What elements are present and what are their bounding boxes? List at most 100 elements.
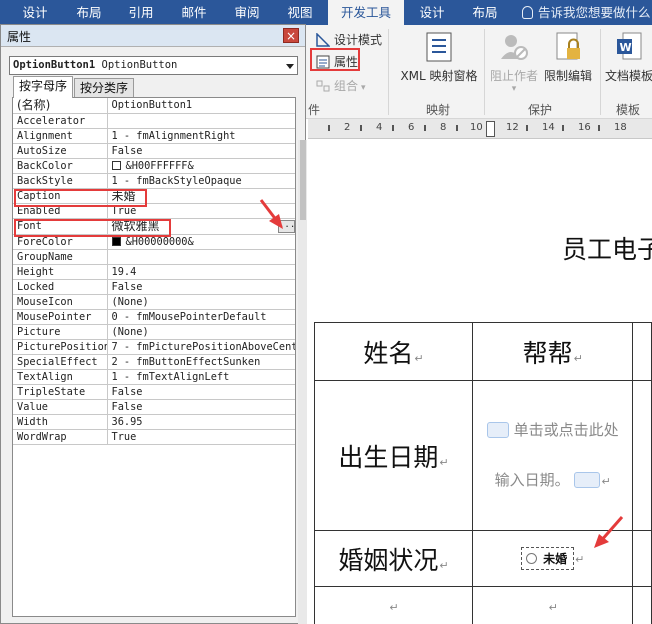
date-dropdown-handle-icon[interactable] [574,472,601,488]
xml-mapping-pane-button[interactable]: XML 映射窗格 [396,31,482,84]
property-value[interactable]: False [107,384,295,400]
table-cell[interactable]: 姓名↵ [313,322,474,381]
tab-table-layout[interactable]: 布局 [460,0,510,25]
property-name: Height [13,264,108,280]
properties-window[interactable]: 属性 × OptionButton1 OptionButton 按字母序 按分类… [0,24,306,624]
property-name: SpecialEffect [13,354,108,370]
property-name: Alignment [13,128,108,144]
table-cell[interactable] [632,322,652,381]
ruler-number: 16 [578,122,591,133]
font-highlight-box [14,219,171,237]
property-value[interactable]: (None) [107,294,295,310]
date-placeholder-line-1: 单击或点击此处 [473,405,632,455]
property-value[interactable] [107,249,295,265]
object-type: OptionButton [101,59,178,71]
dropdown-arrow-icon[interactable] [286,64,294,69]
tab-view[interactable]: 视图 [272,0,328,25]
property-grid: (名称) OptionButton1 Accelerator Alignment 1… [12,97,296,617]
table-cell[interactable]: ↵ [313,586,474,624]
tab-alphabetic[interactable]: 按字母序 [13,76,74,98]
property-value[interactable]: 2 - fmButtonEffectSunken [107,354,295,370]
scrollbar-thumb[interactable] [300,140,306,220]
property-row[interactable]: Accelerator [13,113,295,129]
document-title: 员工电子 [562,235,652,264]
group-button[interactable]: 组合 ▾ [316,76,366,96]
object-name: OptionButton1 [13,59,96,71]
property-name: AutoSize [13,143,108,159]
tab-layout[interactable]: 布局 [62,0,116,25]
ruler-number: 2 [344,122,351,133]
close-icon[interactable]: × [283,28,299,43]
ribbon-tab-bar: 设计 布局 引用 邮件 审阅 视图 开发工具 设计 布局 告诉我您想要做什么 [0,0,652,25]
table-cell[interactable]: 出生日期↵ [313,380,474,531]
table-cell[interactable] [632,530,652,587]
property-value[interactable] [107,113,295,129]
property-row[interactable]: BackColor &H00FFFFFF& [13,158,295,174]
properties-highlight-box [310,48,360,71]
properties-title-bar[interactable]: 属性 × [1,25,305,47]
table-cell[interactable] [632,586,652,624]
property-name: WordWrap [13,429,108,445]
option-button-control[interactable]: 未婚 [521,547,575,570]
property-value[interactable]: (None) [107,324,295,340]
horizontal-ruler[interactable]: 2 4 6 8 10 12 14 16 18 [308,119,652,139]
xml-mapping-icon [396,31,482,67]
property-value[interactable]: False [107,279,295,295]
property-row[interactable]: Value False [13,399,295,415]
property-value[interactable]: 1 - fmBackStyleOpaque [107,173,295,189]
property-value-cell[interactable]: &H00FFFFFF& [107,158,295,174]
paragraph-mark-icon: ↵ [439,558,449,572]
property-value[interactable]: False [107,399,295,415]
ruler-tick [562,125,564,131]
property-row[interactable]: (名称) OptionButton1 [13,98,295,114]
property-value[interactable]: 7 - fmPicturePositionAboveCent [107,339,295,355]
property-value[interactable]: 0 - fmMousePointerDefault [107,309,295,325]
date-placeholder-line-2: 输入日期。 ↵ [473,455,632,507]
tab-review[interactable]: 审阅 [222,0,272,25]
property-value[interactable]: 19.4 [107,264,295,280]
document-template-label: 文档模板 [604,69,652,83]
employee-info-table: 姓名↵ 帮帮↵ 出生日期↵ 单击或点击此处 输入日期。 ↵ 婚姻状况↵ 未婚 ↵ … [313,322,652,624]
property-row[interactable]: TextAlign 1 - fmTextAlignLeft [13,369,295,385]
property-value[interactable]: OptionButton1 [107,98,295,114]
property-row[interactable]: Height 19.4 [13,264,295,280]
property-value[interactable]: 1 - fmAlignmentRight [107,128,295,144]
design-mode-button[interactable]: 设计模式 [316,30,382,50]
property-row[interactable]: Picture (None) [13,324,295,340]
property-row[interactable]: AutoSize False [13,143,295,159]
property-row[interactable]: Width 36.95 [13,414,295,430]
document-template-button[interactable]: W 文档模板 [602,31,652,84]
restrict-editing-button[interactable]: 限制编辑 [542,31,594,84]
property-row[interactable]: TripleState False [13,384,295,400]
tab-table-design[interactable]: 设计 [404,0,460,25]
table-cell[interactable] [632,380,652,531]
paragraph-mark-icon: ↵ [601,474,611,488]
property-row[interactable]: WordWrap True [13,429,295,445]
property-row[interactable]: Locked False [13,279,295,295]
tab-design[interactable]: 设计 [8,0,62,25]
table-cell[interactable]: 帮帮↵ [472,322,634,381]
property-row[interactable]: PicturePosition 7 - fmPicturePositionAbov… [13,339,295,355]
tab-references[interactable]: 引用 [116,0,166,25]
property-value[interactable]: False [107,143,295,159]
property-row[interactable]: MousePointer 0 - fmMousePointerDefault [13,309,295,325]
table-cell[interactable]: 婚姻状况↵ [313,530,474,587]
property-row[interactable]: GroupName [13,249,295,265]
tab-mailings[interactable]: 邮件 [166,0,222,25]
tab-categorized[interactable]: 按分类序 [74,78,135,98]
property-row[interactable]: BackStyle 1 - fmBackStyleOpaque [13,173,295,189]
property-row[interactable]: Alignment 1 - fmAlignmentRight [13,128,295,144]
property-value[interactable]: 36.95 [107,414,295,430]
property-row[interactable]: MouseIcon (None) [13,294,295,310]
properties-title: 属性 [7,30,32,44]
indent-marker[interactable] [486,121,495,137]
table-cell[interactable]: ↵ [472,586,634,624]
property-value[interactable]: 1 - fmTextAlignLeft [107,369,295,385]
block-authors-button[interactable]: 阻止作者 ▾ [488,31,540,94]
property-row[interactable]: SpecialEffect 2 - fmButtonEffectSunken [13,354,295,370]
property-value[interactable]: True [107,429,295,445]
tab-developer[interactable]: 开发工具 [328,0,404,25]
object-selector-dropdown[interactable]: OptionButton1 OptionButton [9,56,298,75]
tell-me-box[interactable]: 告诉我您想要做什么 [522,0,651,25]
date-picker-content-control[interactable]: 单击或点击此处 输入日期。 ↵ [472,380,634,531]
